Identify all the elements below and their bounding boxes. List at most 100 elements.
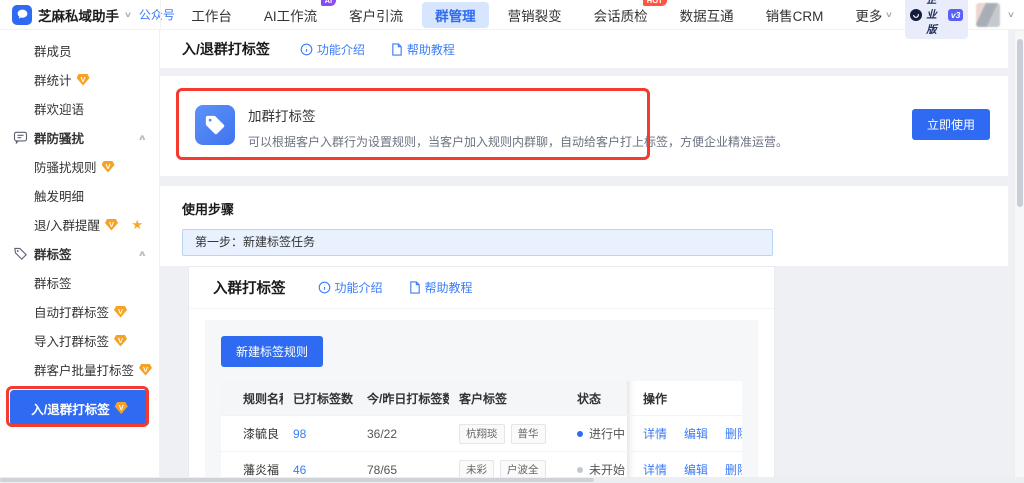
tagged-count-link[interactable]: 46 [293,463,306,477]
vip-badge-icon: V [114,402,128,414]
vertical-scrollbar[interactable] [1014,31,1024,477]
banner-description: 可以根据客户入群行为设置规则，当客户加入规则内群聊，自动给客户打上标签，方便企业… [248,135,789,149]
nav-item-label: 群管理 [435,8,476,24]
action-link-详情[interactable]: 详情 [643,425,667,442]
sidebar-section-label: 群标签 [34,248,72,262]
status-label: 未开始 [589,463,626,477]
vertical-scrollbar-thumb[interactable] [1017,39,1023,207]
page-header-links: 功能介绍 帮助教程 [300,41,455,58]
info-circle-icon [300,43,313,56]
today-yesterday-cell: 78/65 [367,462,398,477]
sidebar-item-label: 自动打群标签 [34,306,110,320]
help-tutorial-link[interactable]: 帮助教程 [391,41,455,58]
sidebar-item-导入打群标签[interactable]: 导入打群标签 V [0,326,159,355]
feature-banner: 加群打标签 可以根据客户入群行为设置规则，当客户加入规则内群聊，自动给客户打上标… [160,76,1008,176]
sidebar-section-群防骚扰[interactable]: 群防骚扰 ∧ [0,123,159,152]
divider [159,0,161,29]
avatar[interactable] [976,2,1001,27]
action-link-详情[interactable]: 详情 [643,461,667,478]
action-link-删除[interactable]: 删除 [725,461,742,478]
status-dot-icon [577,431,583,437]
card-title: 入群打标签 [213,281,286,297]
help-tutorial-link[interactable]: 帮助教程 [409,279,473,296]
column-header-客户标签: 客户标签 [449,381,567,415]
main-content: 入/退群打标签 功能介绍 帮助教程 加群打标签 可以根据客户入群行为设置规则，当… [160,30,1024,483]
sidebar-item-label: 群成员 [34,45,72,59]
status-dot-icon [577,467,583,473]
vip-badge-icon: V [101,160,115,173]
horizontal-scrollbar[interactable] [0,477,1024,483]
column-header-已打标签数: 已打标签数 [283,381,357,415]
sidebar-item-群成员[interactable]: 群成员 [0,36,159,65]
rule-name-cell: 藩炎福 [243,463,280,477]
action-link-编辑[interactable]: 编辑 [684,461,708,478]
use-now-button[interactable]: 立即使用 [911,109,990,140]
horizontal-scrollbar-thumb[interactable] [0,478,594,482]
chevron-up-icon[interactable]: ∧ [137,133,147,142]
sidebar-item-退/入群提醒[interactable]: 退/入群提醒 V ★ [0,210,159,239]
sidebar-item-label: 导入打群标签 [34,335,110,349]
sidebar-item-群客户批量打标签[interactable]: 群客户批量打标签 V [0,355,159,384]
sidebar-item-防骚扰规则[interactable]: 防骚扰规则 V [0,152,159,181]
rule-name-cell: 漆毓良 [243,427,280,441]
nav-item-会话质检[interactable]: 会话质检 HOT [581,0,667,28]
page-title: 入/退群打标签 [182,41,270,57]
tag-rule-card: 入群打标签 功能介绍 帮助教程 新建标签规则 规则名称已打标签数今/昨日打标签数… [188,266,775,483]
sidebar-item-触发明细[interactable]: 触发明细 [0,181,159,210]
nav-item-群管理[interactable]: 群管理 [422,1,489,28]
sidebar-item-群标签[interactable]: 群标签 [0,268,159,297]
vip-badge-icon: V [76,73,90,86]
topbar-right: 企业版 v3 ∨ [905,0,1024,39]
column-header-状态: 状态 [567,381,627,415]
nav-item-数据互通[interactable]: 数据互通 [667,2,747,28]
nav-item-销售CRM[interactable]: 销售CRM [753,2,837,28]
sidebar-item-入/退群打标签[interactable]: 入/退群打标签 V [10,390,149,426]
star-icon[interactable]: ★ [131,217,143,233]
customer-tag-chip: 杭翔琰 [459,423,505,444]
vip-badge-icon: V [104,218,118,231]
group-tag-icon [13,246,28,264]
help-tutorial-label: 帮助教程 [424,281,473,295]
new-tag-rule-button[interactable]: 新建标签规则 [221,336,324,367]
step-1-bar: 第一步：新建标签任务 [182,229,773,256]
feature-intro-label: 功能介绍 [334,281,383,295]
status-cell: 进行中 [567,425,627,442]
actions-cell: 详情编辑删除 [627,416,742,451]
action-link-编辑[interactable]: 编辑 [684,425,708,442]
action-link-删除[interactable]: 删除 [725,425,742,442]
brand[interactable]: 芝麻私域助手 ∨ 公众号 [0,4,175,25]
nav-item-工作台[interactable]: 工作台 [178,2,245,28]
nav-item-营销裂变[interactable]: 营销裂变 [495,2,575,28]
main-nav: 工作台 AI工作流 AI 客户引流 群管理 营销裂变 会话质检 HOT 数据互通 销售CRM 更多 ∨ [178,0,905,28]
nav-item-label: 营销裂变 [507,8,562,24]
tagged-count-link[interactable]: 98 [293,427,306,441]
banner-text: 加群打标签 可以根据客户入群行为设置规则，当客户加入规则内群聊，自动给客户打上标… [248,105,788,150]
enterprise-label: 企业版 [926,0,937,36]
banner-title: 加群打标签 [248,109,316,124]
chevron-up-icon[interactable]: ∧ [137,249,147,258]
sidebar-item-群欢迎语[interactable]: 群欢迎语 [0,94,159,123]
sidebar-item-label: 群统计 [34,74,72,88]
sidebar-item-群统计[interactable]: 群统计 V [0,65,159,94]
feature-intro-link[interactable]: 功能介绍 [318,279,383,296]
enterprise-logo-icon [910,8,923,21]
page-header: 入/退群打标签 功能介绍 帮助教程 [160,30,1008,68]
brand-suffix[interactable]: 公众号 [139,6,175,23]
vip-badge-icon: V [114,334,128,347]
nav-item-AI工作流[interactable]: AI工作流 AI [251,0,337,28]
nav-item-label: 客户引流 [349,8,404,24]
sidebar-section-群标签[interactable]: 群标签 ∧ [0,239,159,268]
column-header-规则名称: 规则名称 [221,381,283,415]
nav-item-客户引流[interactable]: 客户引流 [336,2,416,28]
sidebar-item-label: 群标签 [34,277,72,291]
usage-steps-section: 使用步骤 第一步：新建标签任务 [160,186,1008,266]
sidebar-item-自动打群标签[interactable]: 自动打群标签 V [0,297,159,326]
banner-body: 加群打标签 可以根据客户入群行为设置规则，当客户加入规则内群聊，自动给客户打上标… [195,105,788,150]
feature-intro-link[interactable]: 功能介绍 [300,41,365,58]
sidebar-item-label: 群欢迎语 [34,103,85,117]
today-yesterday-cell: 36/22 [367,426,398,441]
sidebar-item-label: 群客户批量打标签 [34,364,135,378]
chevron-down-icon: ∨ [885,10,894,19]
nav-item-更多[interactable]: 更多 ∨ [842,2,905,28]
chevron-down-icon[interactable]: ∨ [1007,10,1015,19]
